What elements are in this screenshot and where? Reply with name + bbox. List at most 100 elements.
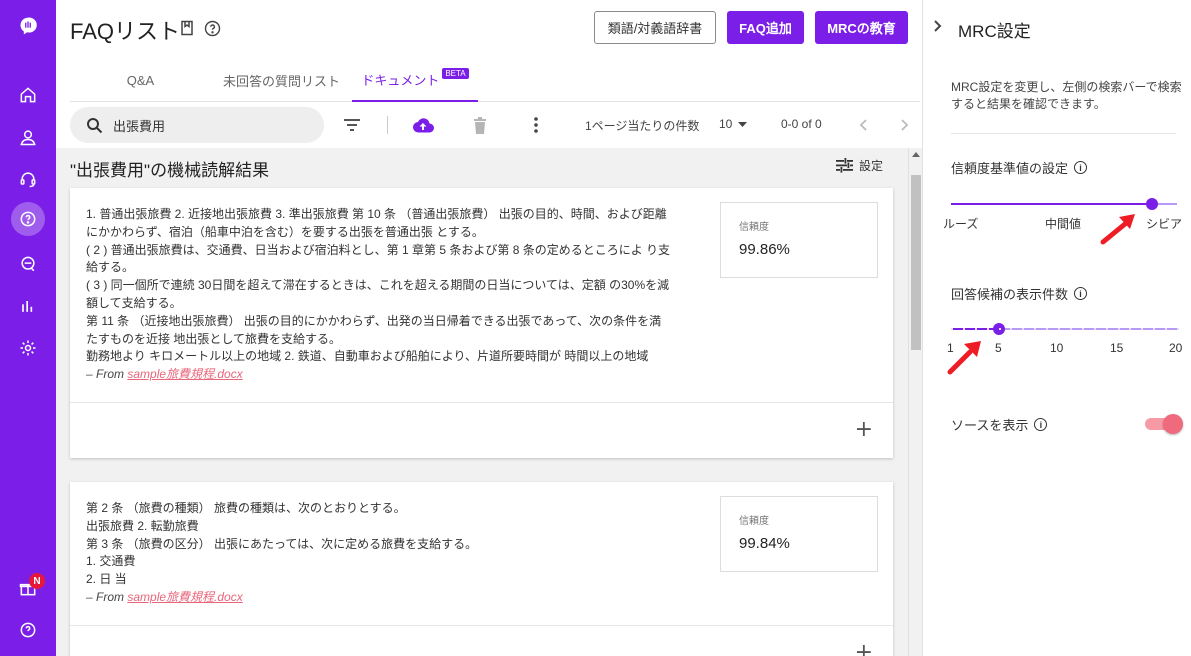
- next-page-icon[interactable]: [894, 114, 916, 136]
- result-card: 1. 普通出張旅費 2. 近接地出張旅費 3. 準出張旅費 第 10 条 （普通…: [70, 188, 893, 458]
- slider-tick: [999, 328, 1001, 330]
- confidence-value: 99.86%: [739, 240, 790, 258]
- home-icon[interactable]: [14, 81, 42, 109]
- threshold-level-middle: 中間値: [1045, 217, 1082, 231]
- results-settings-button[interactable]: 設定: [836, 157, 883, 174]
- count-tick-5: 5: [995, 341, 1002, 355]
- threshold-heading: 信頼度基準値の設定 i: [951, 158, 1088, 177]
- help-icon[interactable]: [14, 616, 42, 644]
- results-scrollbar[interactable]: [908, 148, 922, 656]
- source-link[interactable]: sample旅費規程.docx: [127, 367, 242, 381]
- beta-badge: BETA: [442, 67, 469, 79]
- tab-qa[interactable]: Q&A: [70, 58, 211, 102]
- expand-plus-icon[interactable]: +: [855, 641, 873, 656]
- page-title: FAQリスト: [70, 19, 181, 44]
- slider-tick: [1070, 328, 1072, 330]
- slider-tick: [1153, 328, 1155, 330]
- more-vertical-icon[interactable]: [525, 114, 547, 136]
- title-icons: [180, 20, 221, 37]
- threshold-level-loose: ルーズ: [943, 217, 979, 231]
- tune-sliders-icon: [836, 158, 853, 173]
- panel-description: MRC設定を変更し、左側の検索バーで検索すると結果を確認できます。: [951, 80, 1182, 111]
- slider-tick: [951, 328, 953, 330]
- settings-gear-icon[interactable]: [14, 334, 42, 362]
- threshold-slider[interactable]: [951, 198, 1177, 210]
- source-link[interactable]: sample旅費規程.docx: [127, 590, 242, 604]
- left-rail: N: [0, 0, 56, 656]
- slider-tick: [1165, 328, 1167, 330]
- slider-tick: [1094, 328, 1096, 330]
- collapse-chevron-icon[interactable]: [933, 17, 943, 38]
- slider-tick: [1046, 328, 1048, 330]
- support-headset-icon[interactable]: [14, 165, 42, 193]
- panel-title: MRC設定: [958, 22, 1031, 41]
- slider-tick: [1129, 328, 1131, 330]
- mrc-training-button[interactable]: MRCの教育: [815, 11, 908, 44]
- slider-tick: [1106, 328, 1108, 330]
- notification-badge: N: [29, 573, 45, 589]
- confidence-box: 信頼度 99.84%: [720, 496, 878, 572]
- delete-trash-icon[interactable]: [469, 114, 491, 136]
- help-circle-icon[interactable]: [204, 20, 221, 37]
- analytics-icon[interactable]: [14, 292, 42, 320]
- confidence-value: 99.84%: [739, 534, 790, 552]
- user-icon[interactable]: [14, 123, 42, 151]
- show-source-row: ソースを表示 i: [951, 415, 1048, 434]
- tab-documents[interactable]: ドキュメント BETA: [352, 58, 478, 102]
- slider-tick: [1118, 328, 1120, 330]
- source-line: – From sample旅費規程.docx: [86, 367, 243, 382]
- slider-tick: [1010, 328, 1012, 330]
- tab-unanswered[interactable]: 未回答の質問リスト: [211, 58, 352, 102]
- synonym-dictionary-button[interactable]: 類語/対義語辞書: [594, 11, 716, 44]
- chat-icon[interactable]: [14, 250, 42, 278]
- slider-tick: [975, 328, 977, 330]
- slider-tick: [1034, 328, 1036, 330]
- slider-tick: [1141, 328, 1143, 330]
- slider-tick: [1022, 328, 1024, 330]
- search-input[interactable]: [113, 117, 293, 133]
- slider-tick: [1082, 328, 1084, 330]
- count-heading: 回答候補の表示件数 i: [951, 284, 1088, 303]
- search-bar[interactable]: [70, 107, 324, 143]
- app-logo-icon[interactable]: [14, 12, 42, 40]
- info-icon[interactable]: i: [1034, 418, 1048, 431]
- threshold-level-strict: シビア: [1146, 217, 1183, 231]
- add-faq-button[interactable]: FAQ追加: [727, 11, 804, 44]
- slider-fill: [951, 203, 1152, 205]
- per-page-select[interactable]: 10: [719, 117, 748, 131]
- slider-tick: [1177, 328, 1179, 330]
- chevron-down-icon: [738, 121, 748, 127]
- panel-divider: [951, 133, 1176, 134]
- count-tick-15: 15: [1110, 341, 1124, 355]
- result-text: 1. 普通出張旅費 2. 近接地出張旅費 3. 準出張旅費 第 10 条 （普通…: [86, 206, 692, 384]
- pagination-range: 0-0 of 0: [781, 117, 822, 131]
- filter-icon[interactable]: [341, 114, 363, 136]
- per-page-label: 1ページ当たりの件数: [585, 119, 700, 133]
- info-icon[interactable]: i: [1074, 287, 1088, 300]
- expand-plus-icon[interactable]: +: [855, 418, 873, 441]
- upload-cloud-icon[interactable]: [412, 114, 434, 136]
- info-icon[interactable]: i: [1074, 161, 1088, 174]
- show-source-toggle[interactable]: [1145, 414, 1183, 434]
- faq-icon[interactable]: [14, 205, 42, 233]
- results-area: "出張費用"の機械読解結果 設定 1. 普通出張旅費 2. 近接地出張旅費 3.…: [56, 148, 908, 656]
- scroll-up-arrow[interactable]: [912, 152, 920, 157]
- slider-tick: [963, 328, 965, 330]
- mrc-settings-panel: MRC設定 MRC設定を変更し、左側の検索バーで検索すると結果を確認できます。 …: [922, 0, 1191, 656]
- slider-tick: [1058, 328, 1060, 330]
- count-slider[interactable]: [951, 323, 1179, 335]
- count-tick-10: 10: [1050, 341, 1064, 355]
- scroll-thumb[interactable]: [911, 175, 921, 350]
- source-line: – From sample旅費規程.docx: [86, 589, 243, 604]
- slider-knob[interactable]: [1146, 198, 1158, 210]
- count-tick-20: 20: [1169, 341, 1183, 355]
- bookmark-icon[interactable]: [180, 20, 194, 36]
- result-card: 第 2 条 （旅費の種類） 旅費の種類は、次のとおりとする。 出張旅費 2. 転…: [70, 482, 893, 656]
- prev-page-icon[interactable]: [852, 114, 874, 136]
- annotation-arrow-icon: [947, 341, 981, 375]
- slider-tick: [987, 328, 989, 330]
- results-heading: "出張費用"の機械読解結果: [70, 161, 270, 180]
- annotation-arrow-icon: [1100, 214, 1135, 245]
- confidence-box: 信頼度 99.86%: [720, 202, 878, 278]
- toolbar-divider: [387, 116, 388, 134]
